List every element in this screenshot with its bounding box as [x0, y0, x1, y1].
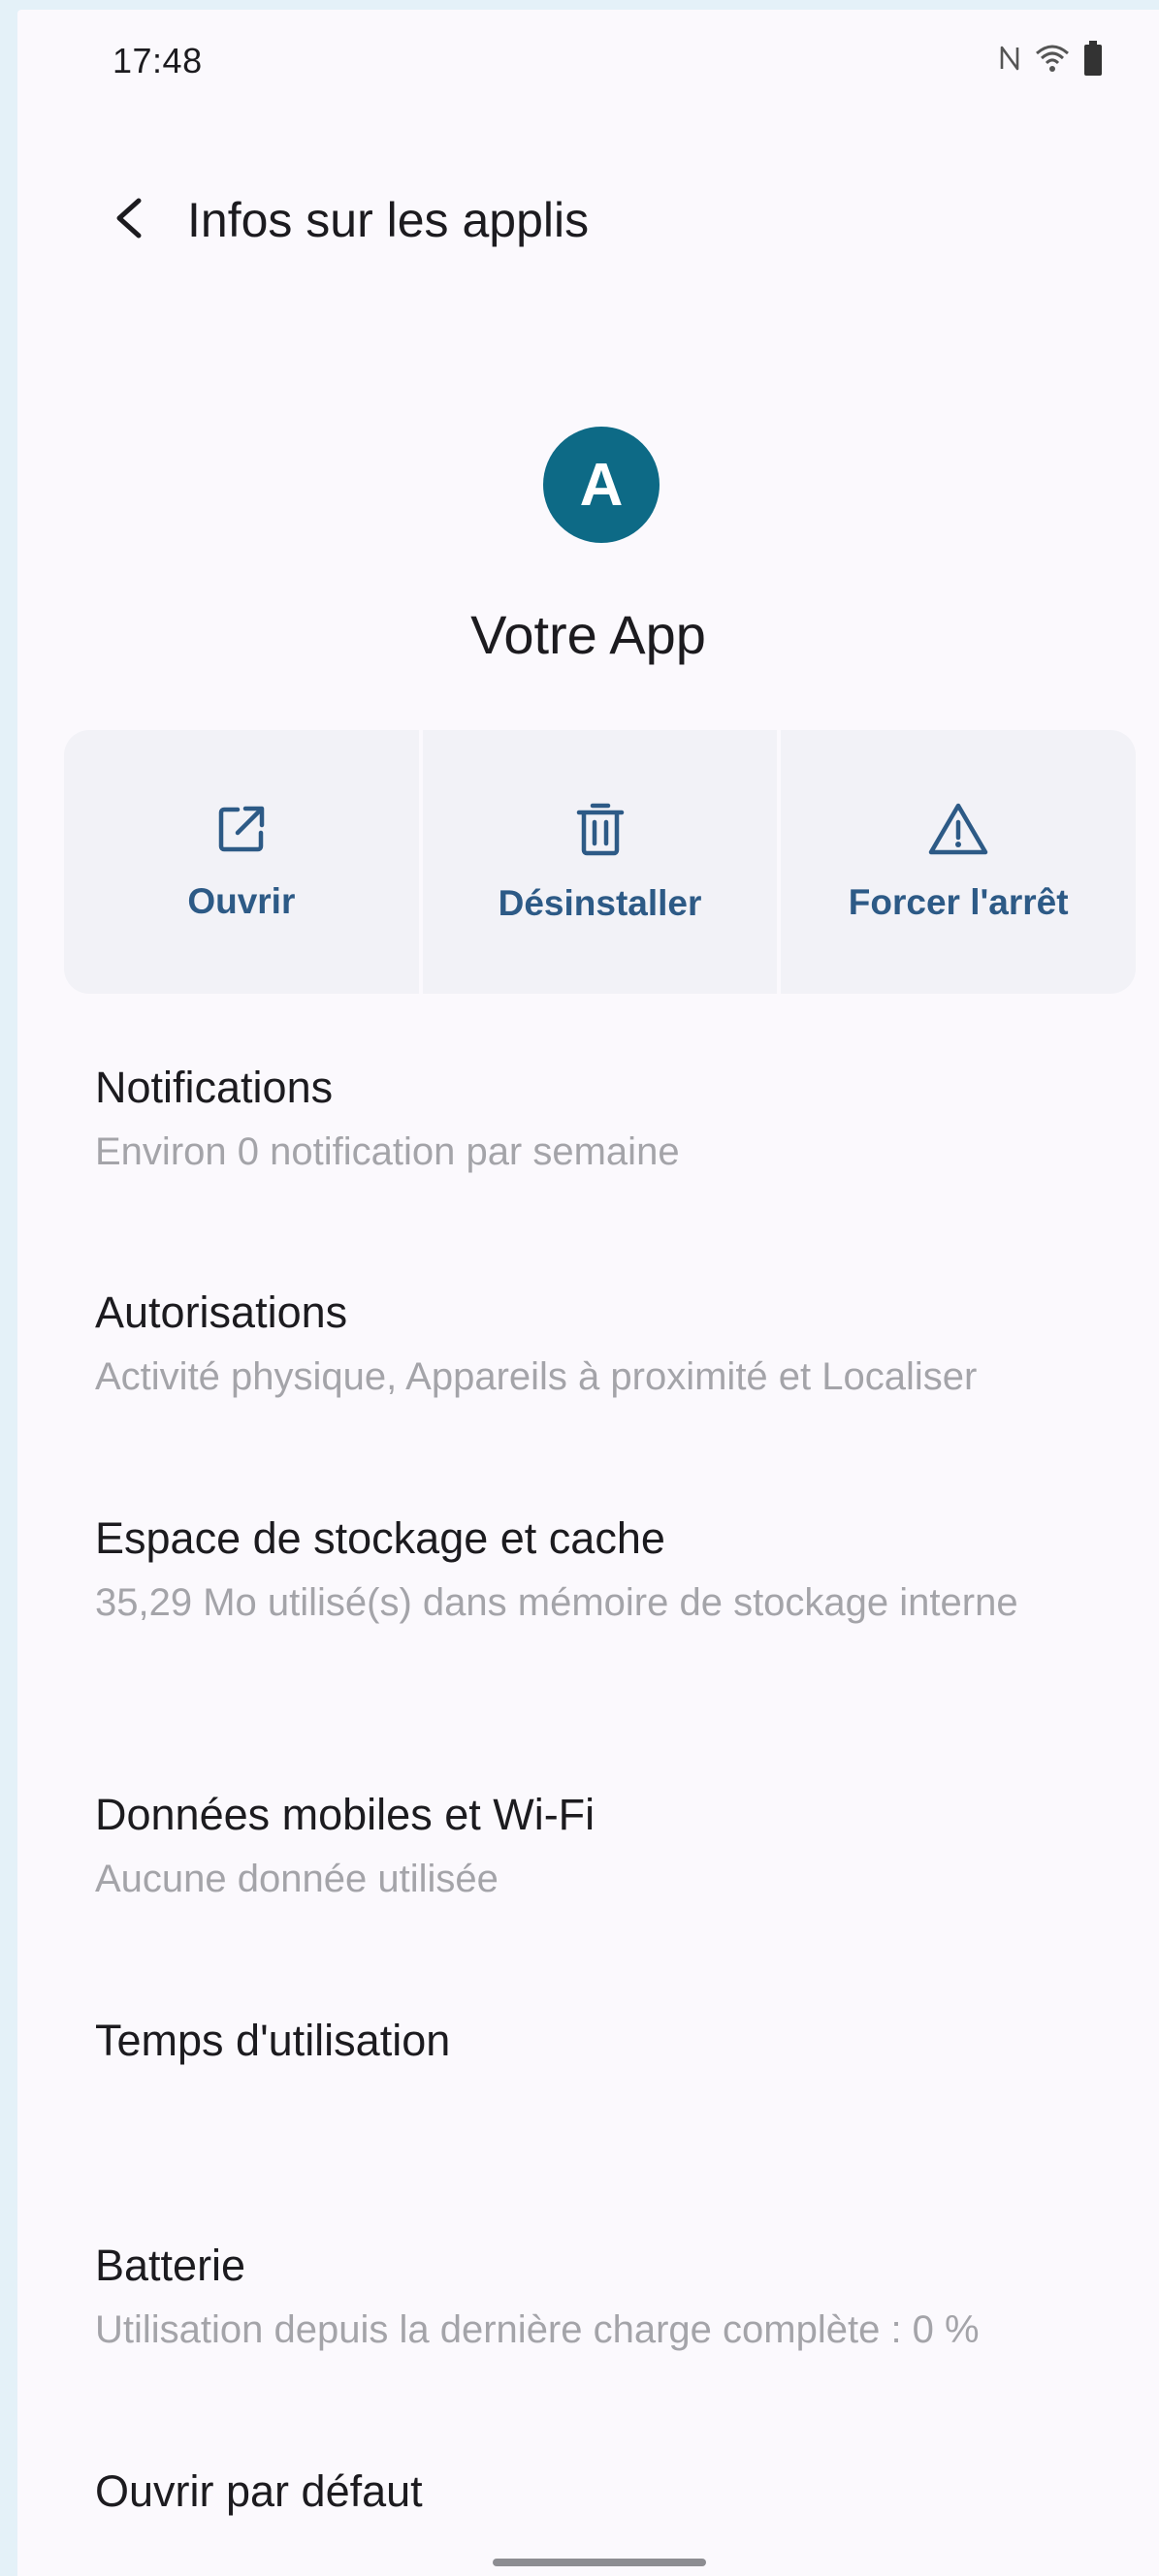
back-button[interactable]	[95, 184, 163, 252]
setting-title: Notifications	[95, 1063, 334, 1112]
force-stop-button[interactable]: Forcer l'arrêt	[781, 730, 1137, 994]
uninstall-button[interactable]: Désinstaller	[422, 730, 778, 994]
setting-battery[interactable]: Batterie Utilisation depuis la dernière …	[95, 2235, 1123, 2355]
open-external-icon	[218, 806, 265, 852]
setting-notifications[interactable]: Notifications Environ 0 notification par…	[95, 1057, 1123, 1177]
gesture-nav-handle[interactable]	[493, 2559, 706, 2566]
app-info-screen: 17:48 Infos sur les applis A Votre App O…	[17, 10, 1159, 2576]
back-arrow-icon	[116, 198, 142, 239]
status-icons	[998, 41, 1103, 76]
setting-summary: 35,29 Mo utilisé(s) dans mémoire de stoc…	[95, 1581, 1018, 1624]
app-icon: A	[543, 427, 660, 543]
app-bar: Infos sur les applis	[17, 165, 1159, 271]
trash-icon	[576, 803, 624, 856]
setting-title: Temps d'utilisation	[95, 2016, 451, 2065]
setting-storage-cache[interactable]: Espace de stockage et cache 35,29 Mo uti…	[95, 1508, 1123, 1628]
setting-screen-time[interactable]: Temps d'utilisation	[95, 2010, 1123, 2072]
nfc-icon	[998, 44, 1021, 73]
setting-summary: Aucune donnée utilisée	[95, 1858, 499, 1900]
setting-open-by-default[interactable]: Ouvrir par défaut	[95, 2461, 1123, 2523]
setting-title: Autorisations	[95, 1288, 348, 1337]
setting-mobile-data-wifi[interactable]: Données mobiles et Wi-Fi Aucune donnée u…	[95, 1784, 1123, 1904]
open-label: Ouvrir	[187, 881, 296, 921]
setting-title: Ouvrir par défaut	[95, 2466, 423, 2516]
status-bar: 17:48	[17, 10, 1159, 116]
warning-icon	[928, 803, 988, 855]
open-button[interactable]: Ouvrir	[64, 730, 419, 994]
wifi-icon	[1035, 44, 1070, 73]
setting-title: Données mobiles et Wi-Fi	[95, 1790, 596, 1839]
battery-icon	[1083, 41, 1103, 76]
setting-summary: Activité physique, Appareils à proximité…	[95, 1355, 978, 1398]
app-name: Votre App	[470, 604, 706, 665]
setting-title: Batterie	[95, 2241, 246, 2290]
force-stop-label: Forcer l'arrêt	[848, 882, 1069, 922]
page-title: Infos sur les applis	[187, 193, 590, 247]
setting-summary: Environ 0 notification par semaine	[95, 1130, 680, 1173]
action-buttons: Ouvrir Désinstaller Forcer l'arrêt	[64, 730, 1137, 994]
setting-title: Espace de stockage et cache	[95, 1513, 665, 1563]
setting-permissions[interactable]: Autorisations Activité physique, Apparei…	[95, 1282, 1123, 1402]
status-time: 17:48	[113, 41, 203, 80]
setting-summary: Utilisation depuis la dernière charge co…	[95, 2308, 980, 2351]
uninstall-label: Désinstaller	[498, 883, 702, 923]
